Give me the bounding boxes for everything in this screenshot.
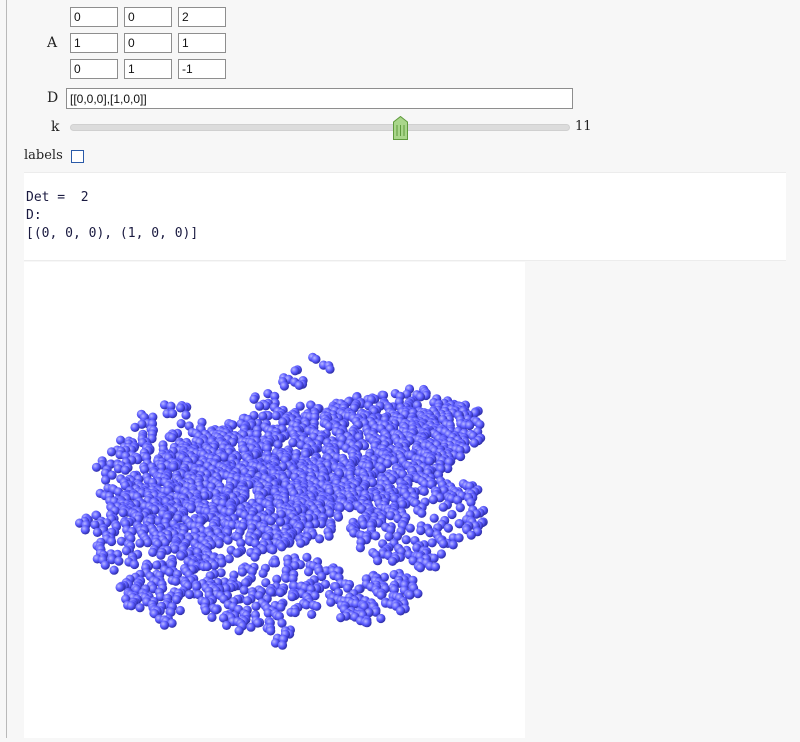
- matrix-cell-0-0[interactable]: [70, 7, 118, 27]
- slider-label: k: [51, 119, 60, 135]
- d-heading: D:: [26, 208, 42, 223]
- matrix-cell-2-1[interactable]: [124, 59, 172, 79]
- digits-input[interactable]: [66, 88, 573, 109]
- det-line: Det = 2: [26, 190, 89, 205]
- cell-left-rule: [6, 0, 7, 738]
- matrix-cell-2-0[interactable]: [70, 59, 118, 79]
- matrix-cell-1-2[interactable]: [178, 33, 226, 53]
- labels-toggle-label: labels: [24, 148, 63, 163]
- matrix-cell-1-0[interactable]: [70, 33, 118, 53]
- d-value: [(0, 0, 0), (1, 0, 0)]: [26, 226, 199, 241]
- k-slider-thumb[interactable]: [393, 116, 408, 140]
- matrix-cell-0-2[interactable]: [178, 7, 226, 27]
- point-cloud-3d-icon: [75, 352, 489, 650]
- matrix-cell-0-1[interactable]: [124, 7, 172, 27]
- labels-checkbox[interactable]: [71, 150, 84, 163]
- output-area: Det = 2 D: [(0, 0, 0), (1, 0, 0)]: [24, 172, 786, 261]
- digits-label: D: [47, 90, 59, 106]
- k-slider-track[interactable]: [70, 124, 570, 131]
- plot-canvas[interactable]: [24, 262, 525, 738]
- k-slider-value: 11: [575, 119, 592, 134]
- matrix-cell-1-1[interactable]: [124, 33, 172, 53]
- matrix-label: A: [47, 35, 58, 51]
- matrix-cell-2-2[interactable]: [178, 59, 226, 79]
